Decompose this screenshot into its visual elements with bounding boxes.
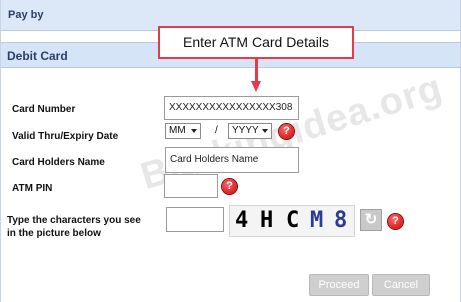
card-holder-name-label: Card Holders Name	[12, 157, 105, 168]
question-mark-icon[interactable]: ?	[279, 124, 294, 139]
question-mark-icon[interactable]: ?	[222, 179, 237, 194]
expiry-month-value: MM	[169, 125, 186, 136]
atm-pin-label: ATM PIN	[12, 183, 53, 194]
chevron-down-icon	[191, 129, 197, 133]
expiry-year-select[interactable]: YYYY	[228, 123, 272, 139]
callout-arrow-icon	[251, 81, 261, 92]
card-number-input[interactable]: XXXXXXXXXXXXXXXX308	[164, 96, 299, 120]
captcha-label-line1: Type the characters you see	[7, 215, 141, 226]
expiry-month-select[interactable]: MM	[165, 123, 201, 139]
cancel-button[interactable]: Cancel	[372, 274, 430, 296]
atm-pin-input[interactable]	[164, 174, 218, 198]
callout-box: Enter ATM Card Details	[158, 26, 354, 59]
captcha-char: 8	[334, 208, 348, 233]
expiry-date-label: Valid Thru/Expiry Date	[12, 131, 119, 142]
question-mark-icon[interactable]: ?	[388, 214, 403, 229]
captcha-char: H	[260, 208, 274, 233]
captcha-char: C	[286, 208, 300, 233]
captcha-char: 4	[235, 208, 249, 233]
captcha-image: 4 H C M 8	[229, 205, 355, 237]
proceed-button[interactable]: Proceed	[309, 274, 369, 296]
card-holder-name-input[interactable]: Card Holders Name	[165, 147, 299, 173]
card-number-label: Card Number	[12, 104, 76, 115]
chevron-down-icon	[262, 129, 268, 133]
expiry-separator: /	[215, 125, 218, 136]
captcha-char: M	[310, 208, 324, 233]
expiry-year-value: YYYY	[232, 125, 259, 136]
pay-by-label: Pay by	[8, 9, 44, 21]
section-title: Debit Card	[7, 49, 68, 63]
captcha-label-line2: in the picture below	[7, 228, 101, 239]
callout-arrow-shaft	[255, 59, 258, 83]
captcha-input[interactable]	[166, 207, 224, 232]
refresh-icon[interactable]: ↻	[360, 209, 382, 231]
payment-form-window: Pay by Debit Card Enter ATM Card Details…	[0, 0, 461, 302]
